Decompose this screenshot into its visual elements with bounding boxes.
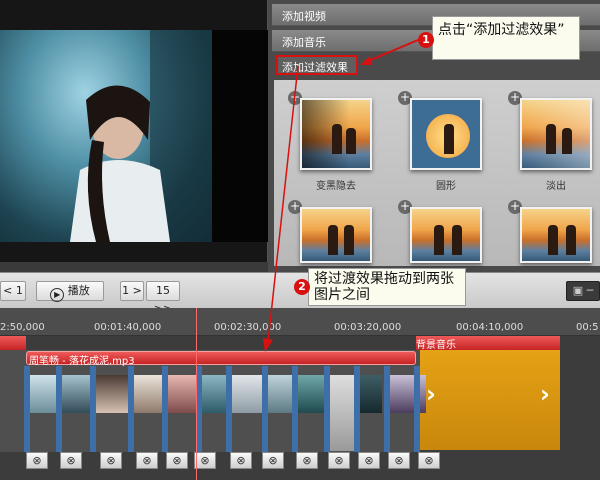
remove-clip-button[interactable]: ⊗: [136, 452, 158, 469]
remove-clip-button[interactable]: ⊗: [100, 452, 122, 469]
remove-clip-button[interactable]: ⊗: [166, 452, 188, 469]
remove-clip-button[interactable]: ⊗: [328, 452, 350, 469]
play-icon: ▶: [50, 288, 65, 302]
ruler-label: 2:50,000: [0, 322, 45, 333]
music-track-bar[interactable]: 周笔畅 - 落花成泥.mp3: [26, 351, 416, 367]
remove-clip-button[interactable]: ⊗: [418, 452, 440, 469]
remove-clip-button[interactable]: ⊗: [296, 452, 318, 469]
remove-clip-button[interactable]: ⊗: [262, 452, 284, 469]
callout-arrow-icon: [360, 39, 419, 65]
remove-clip-button[interactable]: ⊗: [60, 452, 82, 469]
transition-marker[interactable]: [414, 366, 420, 452]
transition-thumb-fade-out[interactable]: [520, 98, 592, 170]
chevron-right-icon: ›: [540, 380, 550, 408]
ruler-label: 00:04:10,000: [456, 322, 524, 333]
next-frame-button[interactable]: 1 >: [120, 281, 144, 301]
play-button[interactable]: ▶ 播放: [36, 281, 104, 302]
volume-slider[interactable]: ▣ ─: [566, 281, 600, 301]
photo-clip[interactable]: [96, 375, 132, 413]
background-music-bar-left: [0, 336, 26, 350]
drag-arrow-icon: [263, 65, 299, 352]
prev-frame-button[interactable]: < 1: [0, 281, 26, 301]
transition-thumb-6[interactable]: [520, 207, 592, 263]
transition-label: 淡出: [546, 181, 566, 192]
transition-thumb-circle[interactable]: [410, 98, 482, 170]
preview-image: [0, 30, 212, 242]
photo-clip[interactable]: [360, 375, 382, 413]
callout-step1-text: 点击“添加过滤效果”: [438, 22, 565, 38]
photo-clip[interactable]: [390, 375, 426, 413]
remove-clip-button[interactable]: ⊗: [26, 452, 48, 469]
remove-clip-button[interactable]: ⊗: [194, 452, 216, 469]
ruler-label: 00:5: [576, 322, 599, 333]
transition-thumb-4[interactable]: [300, 207, 372, 263]
transition-label: 圆形: [436, 181, 456, 192]
transition-thumb-5[interactable]: [410, 207, 482, 263]
callout-step2-text: 将过渡效果拖动到两张图片之间: [314, 271, 454, 303]
playhead[interactable]: [196, 308, 197, 480]
chevron-right-icon: ›: [426, 380, 436, 408]
preview-letterbox: [212, 30, 268, 242]
transition-label: 变黑隐去: [316, 181, 356, 192]
remove-clip-button[interactable]: ⊗: [358, 452, 380, 469]
ruler-label: 00:01:40,000: [94, 322, 162, 333]
end-button[interactable]: 15 >>: [146, 281, 180, 315]
remove-clip-button[interactable]: ⊗: [230, 452, 252, 469]
track-right-area[interactable]: › ›: [420, 350, 560, 450]
ruler-label: 00:03:20,000: [334, 322, 402, 333]
photo-clip[interactable]: [330, 375, 356, 451]
remove-clip-button[interactable]: ⊗: [388, 452, 410, 469]
step-number-badge: 1: [418, 32, 434, 48]
transition-thumb-fade-to-black[interactable]: [300, 98, 372, 170]
background-music-bar[interactable]: 背景音乐: [416, 336, 560, 351]
